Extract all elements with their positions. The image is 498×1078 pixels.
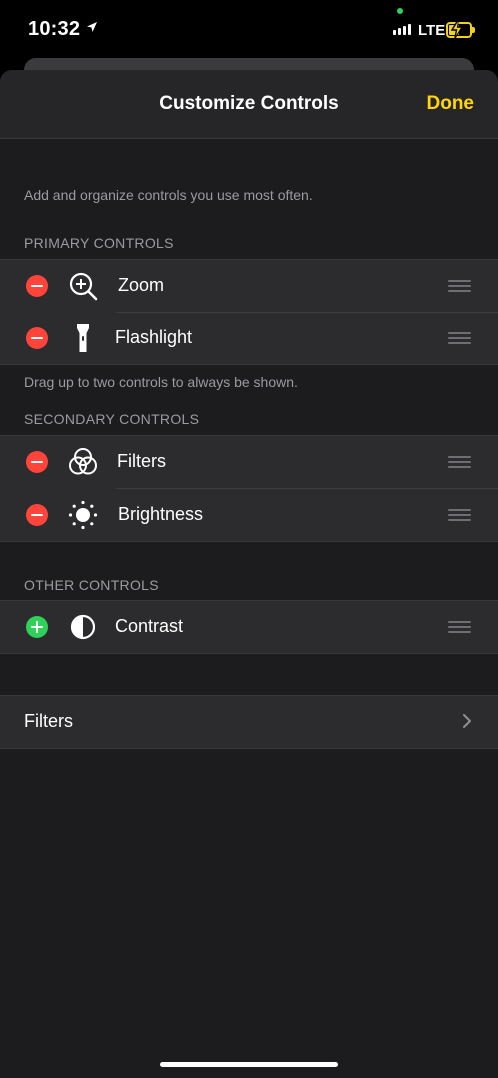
control-row-filters: Filters [0,436,498,488]
reorder-handle-icon[interactable] [448,332,471,344]
home-indicator[interactable] [160,1062,338,1067]
control-label-contrast: Contrast [115,616,184,636]
chevron-right-icon [463,714,471,728]
reorder-handle-icon[interactable] [448,280,471,292]
page-title: Customize Controls [159,93,339,114]
flashlight-icon [77,324,89,352]
brightness-sun-icon [68,500,98,530]
other-controls-header: OTHER CONTROLS [24,577,159,593]
remove-flashlight-button[interactable] [26,327,48,349]
control-label-zoom: Zoom [118,275,165,295]
control-row-zoom: Zoom [0,260,498,312]
charging-bolt-icon [451,20,463,38]
primary-controls-header: PRIMARY CONTROLS [24,235,174,251]
battery-cap [472,27,475,33]
add-contrast-button[interactable] [26,616,48,638]
nav-bar: Customize Controls Done [0,70,498,139]
control-label-filters: Filters [117,451,166,471]
contrast-icon [70,614,96,640]
reorder-handle-icon[interactable] [448,456,471,468]
control-label-brightness: Brightness [118,504,204,524]
remove-brightness-button[interactable] [26,504,48,526]
status-bar: 10:32 LTE [0,0,498,60]
control-label-flashlight: Flashlight [115,327,193,347]
customize-controls-sheet: Customize Controls Done Add and organize… [0,70,498,1078]
location-arrow-icon [87,22,97,32]
filters-settings-label: Filters [24,711,73,731]
primary-footer-note: Drag up to two controls to always be sho… [24,374,298,390]
reorder-handle-icon[interactable] [448,509,471,521]
secondary-controls-group: Filters Brightness [0,435,498,542]
intro-note: Add and organize controls you use most o… [24,187,313,203]
remove-filters-button[interactable] [26,451,48,473]
control-row-brightness: Brightness [0,489,498,541]
filters-circles-icon [69,448,97,475]
other-controls-group: Contrast [0,600,498,654]
remove-zoom-button[interactable] [26,275,48,297]
filters-settings-row[interactable]: Filters [0,695,498,749]
control-row-contrast: Contrast [0,601,498,653]
mic-indicator-icon [397,8,403,14]
status-time: 10:32 [28,18,81,40]
reorder-handle-icon[interactable] [448,621,471,633]
secondary-controls-header: SECONDARY CONTROLS [24,411,200,427]
primary-controls-group: Zoom Flashlight [0,259,498,365]
cellular-signal-icon [393,24,411,35]
zoom-magnifier-icon [69,272,98,301]
done-button[interactable]: Done [427,93,475,115]
control-row-flashlight: Flashlight [0,312,498,364]
network-type: LTE [418,22,446,39]
